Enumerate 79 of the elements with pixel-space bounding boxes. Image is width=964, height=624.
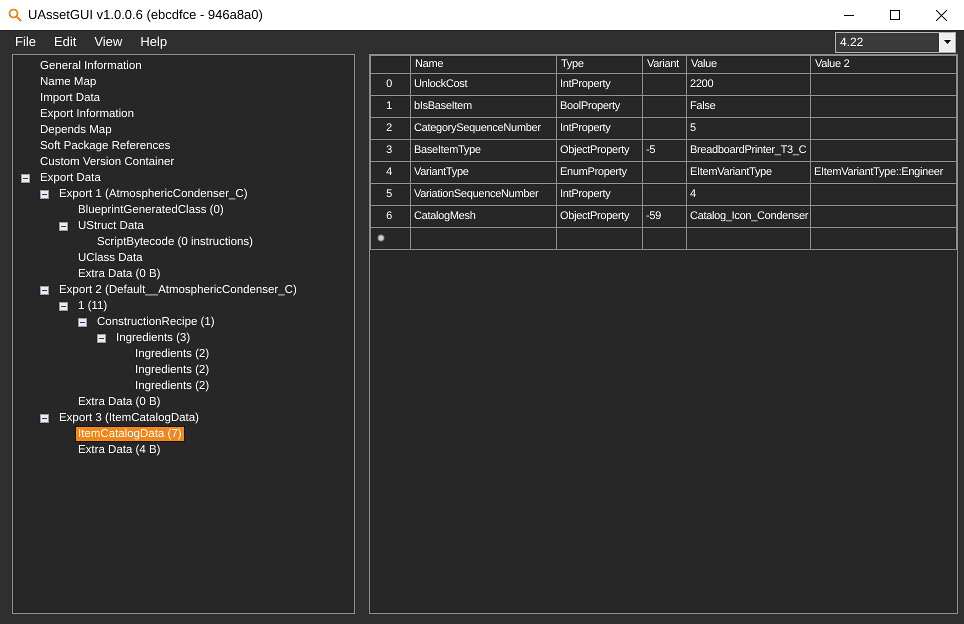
close-icon[interactable]: [936, 10, 946, 20]
table-cell: BreadboardPrinter_T3_C: [686, 139, 810, 161]
table-cell: CatalogMesh: [410, 205, 556, 227]
collapse-icon[interactable]: [97, 334, 106, 342]
tree-item[interactable]: UClass Data: [76, 251, 145, 265]
row-number: 2: [370, 117, 410, 139]
tree-item[interactable]: Extra Data (0 B): [76, 395, 162, 409]
table-cell: -5: [642, 139, 686, 161]
column-header[interactable]: Value 2: [810, 56, 956, 73]
table-cell: IntProperty: [556, 117, 642, 139]
table-cell: ObjectProperty: [556, 205, 642, 227]
row-number: 6: [370, 205, 410, 227]
tree-item[interactable]: UStruct Data: [76, 219, 146, 233]
tree-item[interactable]: Depends Map: [38, 123, 114, 137]
column-header[interactable]: Type: [556, 56, 642, 73]
tree-item[interactable]: Ingredients (2): [133, 363, 212, 377]
column-header[interactable]: Value: [686, 56, 810, 73]
tree-item[interactable]: BlueprintGeneratedClass (0): [76, 203, 226, 217]
table-cell: 4: [686, 183, 810, 205]
collapse-icon[interactable]: [59, 222, 68, 230]
tree-item[interactable]: Ingredients (2): [133, 347, 212, 361]
row-number: 3: [370, 139, 410, 161]
collapse-icon[interactable]: [78, 318, 87, 326]
collapse-icon[interactable]: [40, 286, 49, 294]
row-number: 5: [370, 183, 410, 205]
tree-item[interactable]: Export 3 (ItemCatalogData): [57, 411, 201, 425]
menu-item[interactable]: Help: [131, 30, 176, 54]
row-number: 4: [370, 161, 410, 183]
menu-item[interactable]: File: [6, 30, 45, 54]
table-cell: BoolProperty: [556, 95, 642, 117]
tree-item[interactable]: Export 2 (Default__AtmosphericCondenser_C): [57, 283, 299, 297]
caret-icon[interactable]: [944, 40, 950, 44]
maximize-icon[interactable]: [890, 10, 900, 20]
collapse-icon[interactable]: [21, 174, 30, 182]
table-cell: 2200: [686, 73, 810, 95]
table-cell: bIsBaseItem: [410, 95, 556, 117]
tree-item[interactable]: Ingredients (3): [114, 331, 192, 345]
table-cell: UnlockCost: [410, 73, 556, 95]
table-cell: EnumProperty: [556, 161, 642, 183]
search-icon: [8, 8, 22, 22]
column-header[interactable]: Name: [410, 56, 556, 73]
tree-item[interactable]: Custom Version Container: [38, 155, 176, 169]
table-cell: IntProperty: [556, 73, 642, 95]
tree-item[interactable]: General Information: [38, 59, 144, 73]
tree-item[interactable]: Import Data: [38, 91, 102, 105]
tree-item[interactable]: Export Information: [38, 107, 136, 121]
table-cell: -59: [642, 205, 686, 227]
table-cell: Catalog_Icon_Condenser: [686, 205, 810, 227]
tree-item[interactable]: ConstructionRecipe (1): [95, 315, 217, 329]
table-cell: EItemVariantType: [686, 161, 810, 183]
version-dropdown[interactable]: 4.22: [835, 32, 956, 52]
table-cell: VariantType: [410, 161, 556, 183]
table-cell: VariationSequenceNumber: [410, 183, 556, 205]
window-title: UAssetGUI v1.0.0.6 (ebcdfce - 946a8a0): [28, 6, 263, 24]
tree-item[interactable]: Ingredients (2): [133, 379, 212, 393]
tree-item[interactable]: Extra Data (4 B): [76, 443, 162, 457]
table-cell: 5: [686, 117, 810, 139]
row-number: 1: [370, 95, 410, 117]
collapse-icon[interactable]: [40, 190, 49, 198]
tree-item[interactable]: Name Map: [38, 75, 98, 89]
table-cell: False: [686, 95, 810, 117]
tree-item[interactable]: Soft Package References: [38, 139, 172, 153]
table-cell: ObjectProperty: [556, 139, 642, 161]
tree-item[interactable]: Export Data: [38, 171, 103, 185]
menu-item[interactable]: Edit: [44, 30, 86, 54]
table-cell: EItemVariantType::Engineer: [810, 161, 956, 183]
tree-item[interactable]: 1 (11): [76, 299, 110, 313]
table-cell: BaseItemType: [410, 139, 556, 161]
tree-item[interactable]: Export 1 (AtmosphericCondenser_C): [57, 187, 250, 201]
column-header[interactable]: Variant: [642, 56, 686, 73]
menu-item[interactable]: View: [85, 30, 132, 54]
tree-item[interactable]: ScriptBytecode (0 instructions): [95, 235, 255, 249]
row-number: 0: [370, 73, 410, 95]
table-cell: IntProperty: [556, 183, 642, 205]
collapse-icon[interactable]: [59, 302, 68, 310]
collapse-icon[interactable]: [40, 414, 49, 422]
tree-item[interactable]: Extra Data (0 B): [76, 267, 162, 281]
new-row-icon: [377, 234, 385, 242]
table-cell: CategorySequenceNumber: [410, 117, 556, 139]
